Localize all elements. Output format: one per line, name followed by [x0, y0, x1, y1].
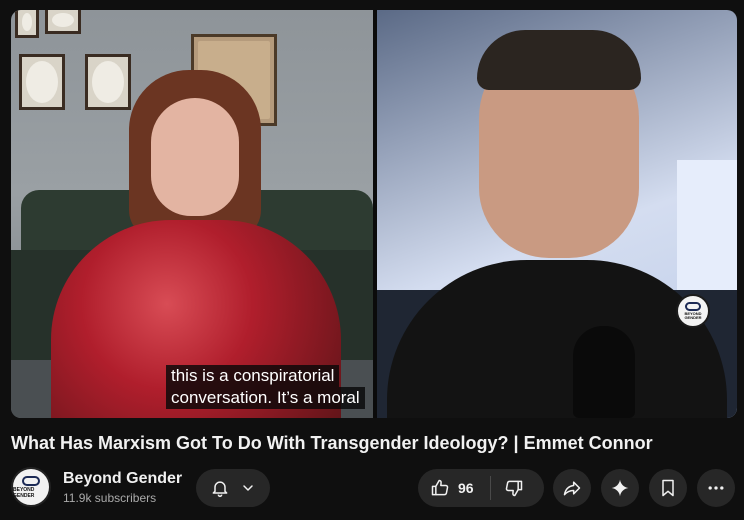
- bell-icon: [210, 478, 230, 498]
- wall-picture-frame: [45, 10, 81, 34]
- subscriber-count: 11.9k subscribers: [63, 491, 157, 505]
- channel-name[interactable]: Beyond Gender: [63, 470, 182, 488]
- video-title: What Has Marxism Got To Do With Transgen…: [11, 433, 653, 453]
- right-speaker-hair: [477, 30, 641, 90]
- more-horizontal-icon: [706, 478, 726, 498]
- caption-line: conversation. It’s a moral: [166, 387, 365, 409]
- microphone: [573, 326, 635, 418]
- channel-avatar[interactable]: BEYOND GENDER: [11, 467, 51, 507]
- share-icon: [562, 478, 582, 498]
- channel-watermark-logo[interactable]: BEYOND GENDER: [676, 294, 710, 328]
- logo-ring-icon: [685, 302, 701, 311]
- dislike-button[interactable]: [491, 469, 537, 507]
- ask-button[interactable]: [601, 469, 639, 507]
- wall-picture-frame: [19, 54, 65, 110]
- wall-picture-frame: [85, 54, 131, 110]
- like-count: 96: [458, 480, 474, 496]
- like-button[interactable]: 96: [418, 469, 474, 507]
- save-button[interactable]: [649, 469, 687, 507]
- thumbs-down-icon: [504, 478, 524, 498]
- video-player[interactable]: [11, 10, 737, 418]
- share-button[interactable]: [553, 469, 591, 507]
- bookmark-icon: [658, 478, 678, 498]
- watermark-text: BEYOND GENDER: [684, 311, 702, 320]
- thumbs-up-icon: [430, 478, 450, 498]
- sparkle-icon: [610, 478, 630, 498]
- notification-settings-button[interactable]: [196, 469, 270, 507]
- left-speaker-face: [151, 98, 239, 216]
- caption-line: this is a conspiratorial: [166, 365, 340, 387]
- right-speaker-body: [387, 260, 727, 418]
- captions: this is a conspiratorial conversation. I…: [166, 365, 365, 409]
- chevron-down-icon: [240, 480, 256, 496]
- wall-picture-frame: [15, 10, 39, 38]
- avatar-text: BEYOND GENDER: [13, 486, 35, 499]
- logo-ring-icon: [22, 475, 40, 486]
- more-actions-button[interactable]: [697, 469, 735, 507]
- video-right-speaker-panel: [377, 10, 737, 418]
- video-left-speaker-panel: [11, 10, 373, 418]
- like-dislike-group: 96: [418, 469, 544, 507]
